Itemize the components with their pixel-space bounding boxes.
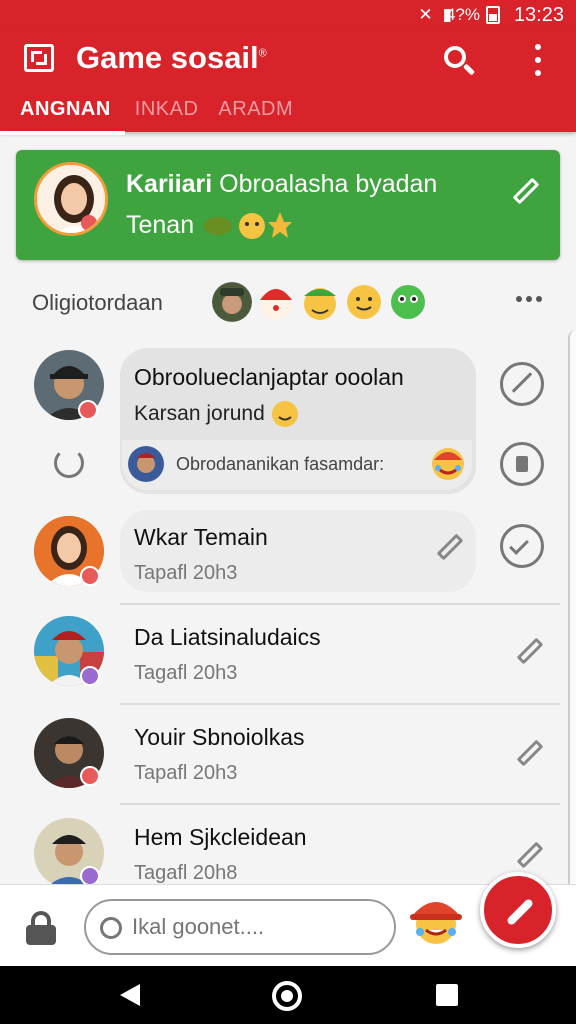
overflow-menu-button[interactable]	[526, 42, 550, 78]
tab-angnan[interactable]: ANGNAN	[0, 96, 125, 135]
smiling-emoji-icon[interactable]	[344, 282, 384, 322]
pencil-icon	[512, 177, 540, 205]
featured-name: Kariiari Obroalasha byadan	[126, 170, 437, 199]
happy-hat-emoji-icon[interactable]	[300, 282, 340, 322]
chat-title: Hem Sjkcleidean	[134, 824, 307, 850]
status-badge	[80, 566, 100, 586]
chat-timestamp: Tagafl 20h3	[134, 662, 238, 684]
refresh-icon	[100, 917, 122, 939]
lock-button[interactable]	[24, 911, 58, 945]
app-title-text: Game sosail	[76, 40, 259, 75]
search-icon	[444, 46, 466, 68]
row-divider	[120, 803, 560, 805]
battery-percentage: 4?%	[445, 5, 480, 24]
edit-chat-button[interactable]	[516, 840, 546, 870]
chat-timestamp: Tapafl 20h3	[134, 562, 238, 584]
chat-title: Youir Sbnoiolkas	[134, 724, 305, 750]
lock-icon-body	[26, 925, 56, 945]
more-horiz-dot	[526, 296, 532, 302]
row-divider	[120, 603, 560, 605]
avatar[interactable]	[34, 162, 108, 236]
registered-mark: ®	[258, 47, 267, 60]
check-icon	[509, 535, 529, 555]
back-icon[interactable]	[120, 984, 140, 1006]
sticker-emojis-icon	[204, 212, 293, 239]
santa-emoji-icon[interactable]	[256, 282, 296, 322]
app-bar: Game sosail® ANGNAN INKAD ARADM	[0, 30, 576, 135]
status-bar: ✕ ▮ 4?% 13:23	[0, 0, 576, 30]
online-friends-avatars[interactable]	[212, 282, 428, 322]
crying-laughing-emoji-icon	[432, 448, 464, 480]
woman-avatar-icon	[37, 165, 105, 233]
section-more-button[interactable]	[516, 296, 542, 302]
chat-message: Karsan jorund	[134, 400, 299, 428]
more-vert-icon	[535, 44, 541, 50]
pencil-icon	[516, 637, 544, 665]
pencil-icon	[436, 533, 464, 561]
chat-title: Obroolueclanjaptar ooolan	[134, 364, 404, 390]
edit-chat-button[interactable]	[500, 362, 544, 406]
clock: 13:23	[513, 4, 564, 26]
featured-profile-card[interactable]: Kariiari Obroalasha byadan Tenan	[16, 150, 560, 260]
featured-name-bold: Kariiari	[126, 170, 213, 198]
search-icon-handle	[462, 63, 476, 76]
chat-timestamp: Tagafl 20h8	[134, 862, 238, 884]
chat-title: Wkar Temain	[134, 524, 268, 550]
more-vert-dot	[535, 57, 541, 63]
section-title: Oligiotordaan	[32, 290, 163, 315]
recent-apps-icon[interactable]	[436, 984, 458, 1006]
featured-status: Tenan	[126, 208, 293, 242]
status-badge	[80, 666, 100, 686]
friend-avatar-icon[interactable]	[212, 282, 252, 322]
tab-aradm[interactable]: ARADM	[208, 96, 303, 135]
featured-name-rest: Obroalasha byadan	[219, 170, 438, 198]
row-divider	[120, 703, 560, 705]
green-face-emoji-icon[interactable]	[388, 282, 428, 322]
search-button[interactable]	[440, 42, 478, 80]
app-title: Game sosail®	[76, 40, 267, 76]
status-badge	[78, 400, 98, 420]
status-badge	[80, 766, 100, 786]
pencil-icon	[516, 739, 544, 767]
reply-text: Obrodananikan fasamdar:	[176, 454, 385, 474]
edit-chat-button[interactable]	[516, 738, 546, 768]
stop-button[interactable]	[500, 442, 544, 486]
message-input[interactable]	[84, 899, 396, 955]
app-logo-icon	[24, 44, 54, 72]
chat-message-text: Karsan jorund	[134, 402, 265, 425]
scrollbar[interactable]	[568, 330, 576, 890]
tab-inkad[interactable]: INKAD	[125, 96, 209, 135]
sticker-picker-icon[interactable]	[408, 888, 464, 948]
more-vert-dot	[535, 70, 541, 76]
more-horiz-dot	[536, 296, 542, 302]
tab-bar: ANGNAN INKAD ARADM	[0, 96, 303, 135]
chat-timestamp: Tapafl 20h3	[134, 762, 238, 784]
stop-icon	[516, 456, 528, 472]
small-avatar-icon	[128, 446, 164, 482]
smiling-emoji-icon	[271, 401, 298, 427]
more-horiz-icon	[516, 296, 522, 302]
power-icon[interactable]	[54, 448, 84, 478]
edit-icon	[511, 372, 533, 393]
battery-icon	[486, 6, 500, 24]
compose-fab-button[interactable]	[480, 872, 556, 948]
mark-read-button[interactable]	[500, 524, 544, 568]
status-badge	[80, 866, 100, 886]
chat-title: Da Liatsinaludaics	[134, 624, 321, 650]
mute-icon: ✕	[418, 5, 433, 24]
edit-chat-button[interactable]	[436, 532, 466, 562]
system-nav-bar	[0, 966, 576, 1024]
featured-status-text: Tenan	[126, 210, 195, 239]
edit-chat-button[interactable]	[516, 636, 546, 666]
home-icon[interactable]	[272, 981, 302, 1011]
pen-icon	[505, 897, 535, 927]
pencil-icon	[516, 841, 544, 869]
edit-featured-button[interactable]	[512, 176, 542, 206]
